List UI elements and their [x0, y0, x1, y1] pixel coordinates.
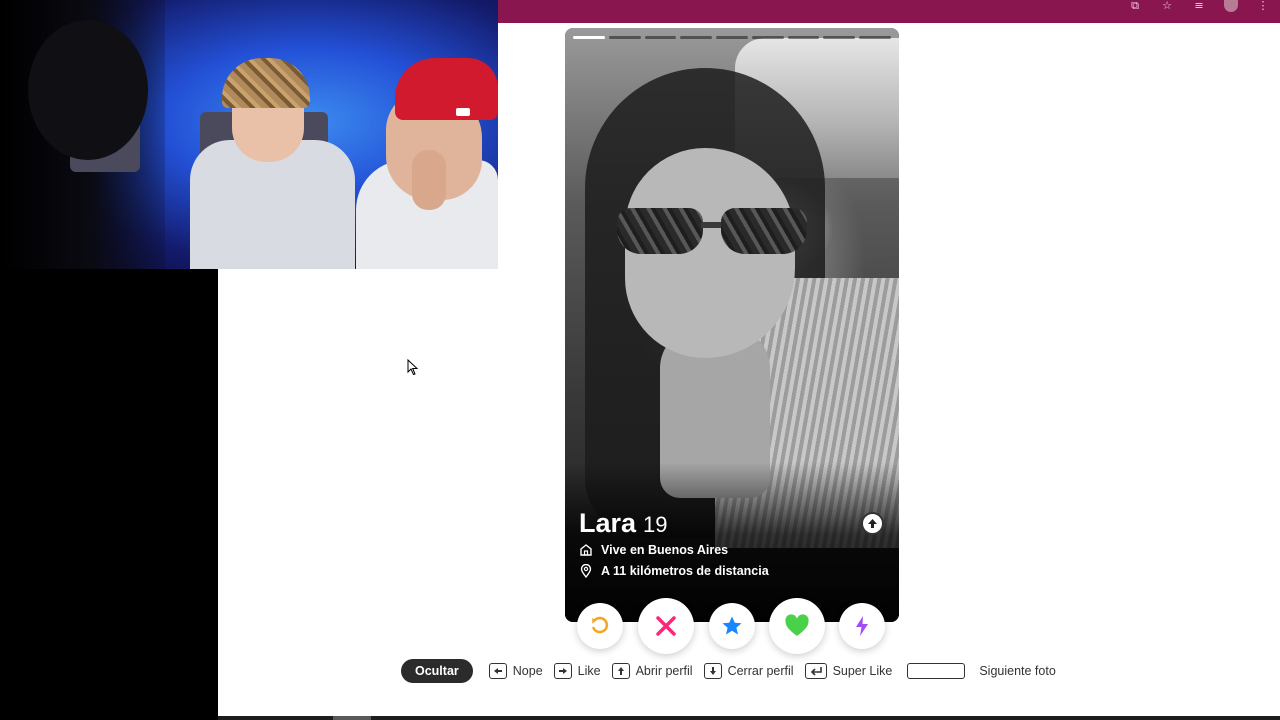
- rewind-button[interactable]: [577, 603, 623, 649]
- action-buttons: [565, 598, 899, 654]
- shortcut-close-profile-label: Cerrar perfil: [727, 664, 794, 678]
- screen: ⧉ ☆ ≡ ⋮ Lara 19 Vive en Buenos Aires A 1…: [0, 0, 1280, 720]
- shortcut-open-profile: Abrir perfil: [611, 663, 693, 679]
- like-button[interactable]: [769, 598, 825, 654]
- photo-progress-segment[interactable]: [859, 36, 892, 39]
- keyboard-shortcuts-bar: Ocultar Nope Like Abrir perfil Cerrar pe…: [401, 659, 1067, 683]
- shortcut-nope-label: Nope: [512, 664, 543, 678]
- profile-distance: A 11 kilómetros de distancia: [601, 564, 769, 578]
- hide-shortcuts-button[interactable]: Ocultar: [401, 659, 473, 683]
- map-pin-icon: [580, 564, 592, 578]
- photo-progress-segment[interactable]: [644, 36, 677, 39]
- profile-avatar[interactable]: [1224, 0, 1238, 12]
- webcam-overlay: [0, 0, 498, 269]
- boost-button[interactable]: [839, 603, 885, 649]
- profile-distance-row: A 11 kilómetros de distancia: [579, 564, 769, 578]
- shortcut-like: Like: [553, 663, 601, 679]
- spacebar-key-icon: [907, 663, 966, 679]
- photo-sunglasses: [617, 208, 807, 254]
- photo-progress-segment[interactable]: [751, 36, 784, 39]
- star-icon: [722, 616, 742, 635]
- nope-button[interactable]: [638, 598, 694, 654]
- close-icon: [656, 616, 676, 636]
- lightning-icon: [856, 616, 868, 636]
- shortcut-nope: Nope: [488, 663, 543, 679]
- arrow-left-key-icon: [488, 663, 507, 679]
- open-profile-button[interactable]: [861, 512, 884, 535]
- shortcut-super-like: Super Like: [804, 663, 893, 679]
- playlist-icon[interactable]: ≡: [1192, 0, 1206, 12]
- person-left: [28, 20, 148, 160]
- photo-progress-segment[interactable]: [680, 36, 713, 39]
- profile-name: Lara: [579, 508, 637, 538]
- enter-key-icon: [804, 663, 827, 679]
- star-icon[interactable]: ☆: [1160, 0, 1174, 12]
- photo-progress-segment[interactable]: [573, 36, 605, 39]
- heart-icon: [785, 614, 809, 636]
- shortcut-open-profile-label: Abrir perfil: [635, 664, 693, 678]
- profile-card[interactable]: Lara 19 Vive en Buenos Aires A 11 kilóme…: [565, 28, 899, 622]
- arrow-down-key-icon: [703, 663, 722, 679]
- left-black-panel: [0, 269, 218, 720]
- super-like-button[interactable]: [709, 603, 755, 649]
- profile-name-row: Lara 19: [579, 508, 668, 539]
- profile-location: Vive en Buenos Aires: [601, 543, 729, 557]
- shortcut-next-photo: Siguiente foto: [907, 663, 1056, 679]
- photo-progress-segment[interactable]: [608, 36, 641, 39]
- scrollbar-thumb[interactable]: [333, 716, 371, 720]
- arrow-up-icon: [868, 519, 877, 528]
- rewind-icon: [592, 616, 609, 634]
- shortcut-close-profile: Cerrar perfil: [703, 663, 794, 679]
- red-cap: [395, 58, 498, 120]
- person-right-hand: [412, 150, 446, 210]
- arrow-up-key-icon: [611, 663, 630, 679]
- home-icon: [580, 544, 592, 556]
- photo-progress-segment[interactable]: [823, 36, 856, 39]
- menu-kebab-icon[interactable]: ⋮: [1256, 0, 1270, 12]
- photo-progress-segment[interactable]: [787, 36, 820, 39]
- arrow-right-key-icon: [553, 663, 572, 679]
- horizontal-scrollbar[interactable]: [218, 716, 1280, 720]
- photo-progress-bar[interactable]: [573, 36, 892, 39]
- browser-toolbar: ⧉ ☆ ≡ ⋮: [498, 0, 1280, 23]
- photo-progress-segment[interactable]: [716, 36, 748, 39]
- mouse-cursor-icon: [407, 359, 419, 376]
- shortcut-super-like-label: Super Like: [832, 664, 893, 678]
- install-icon[interactable]: ⧉: [1128, 0, 1142, 12]
- profile-age: 19: [643, 512, 668, 537]
- cap-logo: [456, 108, 470, 116]
- shortcut-like-label: Like: [577, 664, 601, 678]
- profile-location-row: Vive en Buenos Aires: [579, 543, 728, 557]
- shortcut-next-photo-label: Siguiente foto: [979, 664, 1056, 678]
